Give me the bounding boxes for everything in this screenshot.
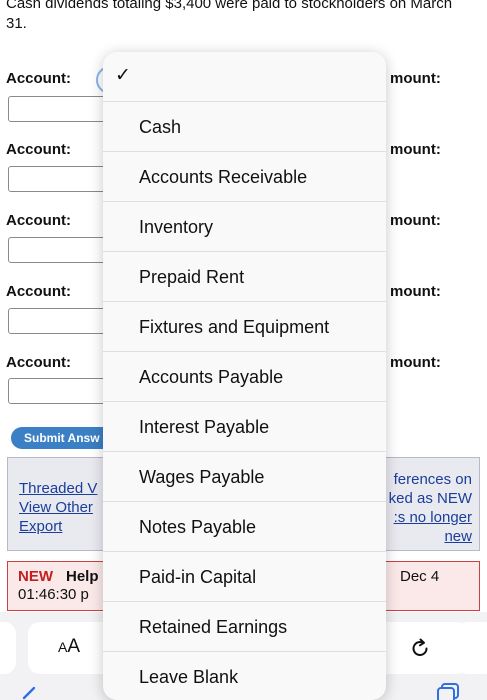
account-label-2: Account:: [6, 141, 71, 158]
threaded-view-link[interactable]: Threaded V: [19, 480, 97, 497]
post-time: 01:46:30 p: [18, 586, 89, 603]
option-fixtures-and-equipment[interactable]: Fixtures and Equipment: [103, 302, 386, 352]
toolbar-pill-left: [0, 622, 16, 674]
option-interest-payable[interactable]: Interest Payable: [103, 402, 386, 452]
option-label: Accounts Payable: [139, 367, 284, 387]
amount-label-3: mount:: [390, 212, 441, 229]
option-label: Fixtures and Equipment: [139, 317, 330, 337]
option-label: Inventory: [139, 217, 214, 237]
view-other-link[interactable]: View Other: [19, 499, 93, 516]
account-picker-dropdown[interactable]: ✓ Cash Accounts Receivable Inventory Pre…: [103, 52, 386, 700]
option-accounts-receivable[interactable]: Accounts Receivable: [103, 152, 386, 202]
marked-new-text: ked as NEW: [388, 490, 472, 507]
option-paid-in-capital[interactable]: Paid-in Capital: [103, 552, 386, 602]
option-inventory[interactable]: Inventory: [103, 202, 386, 252]
reload-icon[interactable]: [408, 636, 432, 660]
aa-large-letter: A: [67, 636, 81, 657]
option-cash[interactable]: Cash: [103, 102, 386, 152]
export-link[interactable]: Export: [19, 518, 62, 535]
option-label: Retained Earnings: [139, 617, 288, 637]
option-label: Accounts Receivable: [139, 167, 308, 187]
account-label-3: Account:: [6, 212, 71, 229]
option-retained-earnings[interactable]: Retained Earnings: [103, 602, 386, 652]
option-leave-blank[interactable]: Leave Blank: [103, 652, 386, 700]
new-badge: NEW: [18, 568, 53, 585]
account-select-5[interactable]: [8, 378, 118, 404]
post-date: Dec 4: [400, 568, 440, 585]
amount-label-2: mount:: [390, 141, 441, 158]
toolbar-pill-right: [456, 622, 487, 674]
account-select-3[interactable]: [8, 237, 118, 263]
new-link[interactable]: new: [444, 528, 472, 545]
option-notes-payable[interactable]: Notes Payable: [103, 502, 386, 552]
option-label: Leave Blank: [139, 667, 239, 687]
option-label: Paid-in Capital: [139, 567, 257, 587]
account-select-1[interactable]: [8, 96, 118, 122]
tabs-icon[interactable]: [436, 682, 462, 700]
account-label-1: Account:: [6, 70, 71, 87]
amount-label-1: mount:: [390, 70, 441, 87]
back-arrow-icon[interactable]: [18, 684, 42, 700]
account-label-5: Account:: [6, 354, 71, 371]
checkmark-icon: ✓: [115, 65, 131, 86]
option-label: Interest Payable: [139, 417, 270, 437]
account-label-4: Account:: [6, 283, 71, 300]
option-accounts-payable[interactable]: Accounts Payable: [103, 352, 386, 402]
option-wages-payable[interactable]: Wages Payable: [103, 452, 386, 502]
option-prepaid-rent[interactable]: Prepaid Rent: [103, 252, 386, 302]
account-select-2[interactable]: [8, 166, 118, 192]
amount-label-5: mount:: [390, 354, 441, 371]
post-title[interactable]: Help: [66, 568, 99, 585]
question-text: Cash dividends totaling $3,400 were paid…: [6, 0, 453, 32]
option-label: Wages Payable: [139, 467, 265, 487]
no-longer-new-link[interactable]: :s no longer: [394, 509, 472, 526]
preferences-link-text[interactable]: ferences on: [394, 471, 472, 488]
aa-small-letter: A: [58, 639, 68, 655]
option-label: Prepaid Rent: [139, 267, 245, 287]
option-label: Cash: [139, 117, 182, 137]
amount-label-4: mount:: [390, 283, 441, 300]
text-size-button[interactable]: AA: [58, 636, 80, 658]
option-blank[interactable]: ✓: [103, 52, 386, 102]
option-label: Notes Payable: [139, 517, 257, 537]
account-select-4[interactable]: [8, 308, 118, 334]
